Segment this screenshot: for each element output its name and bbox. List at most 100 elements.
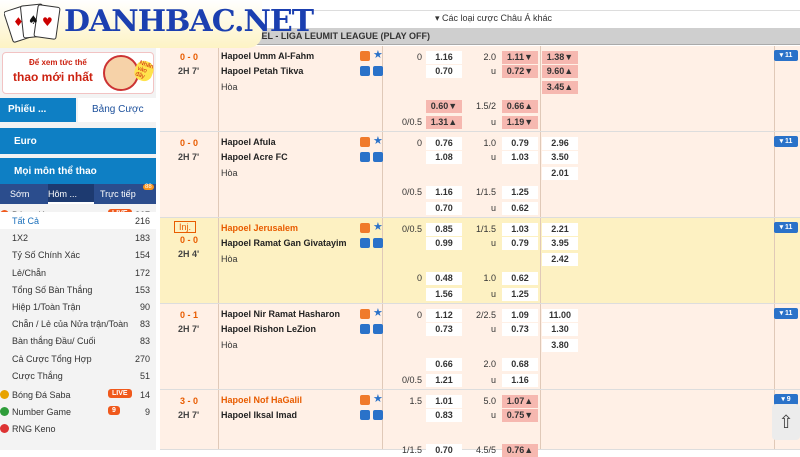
chart-icon[interactable]	[373, 324, 383, 334]
stats-icon[interactable]	[360, 223, 370, 233]
sidebar-item[interactable]: Number Game 9 9	[0, 403, 156, 420]
odds-home[interactable]: 1.16	[426, 186, 462, 199]
scroll-top-button[interactable]: ⇧	[772, 404, 800, 440]
odds-home[interactable]: 0.73	[426, 323, 462, 336]
odds-total[interactable]: 1.25	[502, 288, 538, 301]
odds-total[interactable]: 1.16	[502, 374, 538, 387]
odds-home[interactable]: 0.99	[426, 237, 462, 250]
odds-home[interactable]: 0.70	[426, 444, 462, 457]
odds-home[interactable]: 1.21	[426, 374, 462, 387]
odds-1x2[interactable]: 1.38▼	[542, 51, 578, 64]
odds-total[interactable]: 1.03	[502, 223, 538, 236]
odds-home[interactable]: 0.85	[426, 223, 462, 236]
odds-total[interactable]: 0.62	[502, 202, 538, 215]
sidebar-item[interactable]: RNG Keno	[0, 420, 156, 437]
chart-icon[interactable]	[373, 410, 383, 420]
odds-home[interactable]: 1.56	[426, 288, 462, 301]
tab-hom-nay[interactable]: Hôm ...	[48, 184, 94, 204]
odds-1x2[interactable]: 3.80	[542, 339, 578, 352]
sidebar-item[interactable]: 1X2 183	[0, 229, 156, 246]
odds-home[interactable]: 1.12	[426, 309, 462, 322]
sidebar-item[interactable]: Chẵn / Lẻ của Nửa trận/Toàn 83	[0, 315, 156, 332]
odds-home[interactable]: 0.70	[426, 65, 462, 78]
odds-1x2[interactable]: 2.21	[542, 223, 578, 236]
odds-home[interactable]: 0.66	[426, 358, 462, 371]
odds-home[interactable]: 0.76	[426, 137, 462, 150]
odds-total[interactable]: 0.76▲	[502, 444, 538, 457]
odds-total[interactable]: 0.79	[502, 237, 538, 250]
euro-nav[interactable]: Euro	[0, 128, 156, 154]
odds-1x2[interactable]: 3.95	[542, 237, 578, 250]
odds-home[interactable]: 1.16	[426, 51, 462, 64]
odds-1x2[interactable]: 3.45▲	[542, 81, 578, 94]
money-icon[interactable]	[360, 324, 370, 334]
star-icon[interactable]: ★	[373, 394, 383, 405]
chart-icon[interactable]	[373, 66, 383, 76]
odds-1x2[interactable]: 11.00	[542, 309, 578, 322]
stats-icon[interactable]	[360, 395, 370, 405]
odds-total[interactable]: 0.66▲	[502, 100, 538, 113]
odds-total[interactable]: 1.25	[502, 186, 538, 199]
chart-icon[interactable]	[373, 152, 383, 162]
promo-banner[interactable]: Để xem tức thế thao mới nhất Nhấn vào đâ…	[2, 52, 157, 94]
odds-home[interactable]: 0.70	[426, 202, 462, 215]
odds-total[interactable]: 0.79	[502, 137, 538, 150]
stats-icon[interactable]	[360, 137, 370, 147]
phieu-button[interactable]: Phiếu ...	[0, 98, 76, 122]
odds-home[interactable]: 0.83	[426, 409, 462, 422]
odds-1x2[interactable]: 1.30	[542, 323, 578, 336]
odds-total[interactable]: 1.07▲	[502, 395, 538, 408]
star-icon[interactable]: ★	[373, 308, 383, 319]
sidebar-item[interactable]: Bóng Đá Saba LIVE 14	[0, 386, 156, 403]
site-logo[interactable]: ♦ ♠ ♥ DANHBAC.NET	[0, 0, 314, 48]
odds-home[interactable]: 1.31▲	[426, 116, 462, 129]
odds-home[interactable]: 0.60▼	[426, 100, 462, 113]
promo-line1: Để xem tức thế	[29, 58, 87, 67]
odds-1x2[interactable]: 3.50	[542, 151, 578, 164]
odds-1x2[interactable]: 2.01	[542, 167, 578, 180]
expand-markets-button[interactable]: ▾ 11	[774, 50, 798, 61]
stats-icon[interactable]	[360, 309, 370, 319]
sidebar-item[interactable]: Bàn thắng Đầu/ Cuối 83	[0, 332, 156, 349]
tab-som[interactable]: Sớm	[10, 189, 29, 199]
odds-total[interactable]: 0.72▼	[502, 65, 538, 78]
chart-icon[interactable]	[373, 238, 383, 248]
odds-total[interactable]: 0.73	[502, 323, 538, 336]
all-sports-nav[interactable]: Mọi môn thể thao	[0, 158, 156, 184]
odds-total[interactable]: 0.75▼	[502, 409, 538, 422]
star-icon[interactable]: ★	[373, 50, 383, 61]
sidebar-item[interactable]: Cả Cược Tổng Hợp 270	[0, 350, 156, 367]
sidebar-item-label: Tỷ Số Chính Xác	[12, 250, 81, 261]
sidebar-item[interactable]: Tỷ Số Chính Xác 154	[0, 246, 156, 263]
odds-total[interactable]: 0.62	[502, 272, 538, 285]
expand-markets-button[interactable]: ▾ 11	[774, 222, 798, 233]
expand-markets-button[interactable]: ▾ 11	[774, 308, 798, 319]
expand-markets-button[interactable]: ▾ 11	[774, 136, 798, 147]
odds-total[interactable]: 0.68	[502, 358, 538, 371]
sidebar-item[interactable]: Lẻ/Chẵn 172	[0, 264, 156, 281]
sidebar-item[interactable]: Tổng Số Bàn Thắng 153	[0, 281, 156, 298]
money-icon[interactable]	[360, 410, 370, 420]
money-icon[interactable]	[360, 66, 370, 76]
tab-truc-tiep[interactable]: Trực tiếp	[100, 189, 136, 199]
odds-home[interactable]: 0.48	[426, 272, 462, 285]
odds-1x2[interactable]: 2.96	[542, 137, 578, 150]
bang-cuoc-button[interactable]: Bảng Cược	[78, 98, 156, 122]
odds-total[interactable]: 1.19▼	[502, 116, 538, 129]
star-icon[interactable]: ★	[373, 136, 383, 147]
odds-1x2[interactable]: 9.60▲	[542, 65, 578, 78]
odds-home[interactable]: 1.08	[426, 151, 462, 164]
stats-icon[interactable]	[360, 51, 370, 61]
odds-total[interactable]: 1.11▼	[502, 51, 538, 64]
odds-total[interactable]: 1.03	[502, 151, 538, 164]
handicap-value: 0	[416, 310, 422, 320]
odds-1x2[interactable]: 2.42	[542, 253, 578, 266]
sidebar-item[interactable]: Hiệp 1/Toàn Trận 90	[0, 298, 156, 315]
money-icon[interactable]	[360, 152, 370, 162]
star-icon[interactable]: ★	[373, 222, 383, 233]
odds-home[interactable]: 1.01	[426, 395, 462, 408]
odds-total[interactable]: 1.09	[502, 309, 538, 322]
sidebar-item[interactable]: Cược Thắng 51	[0, 367, 156, 384]
money-icon[interactable]	[360, 238, 370, 248]
sidebar-item[interactable]: Tất Cả 216	[0, 212, 156, 229]
